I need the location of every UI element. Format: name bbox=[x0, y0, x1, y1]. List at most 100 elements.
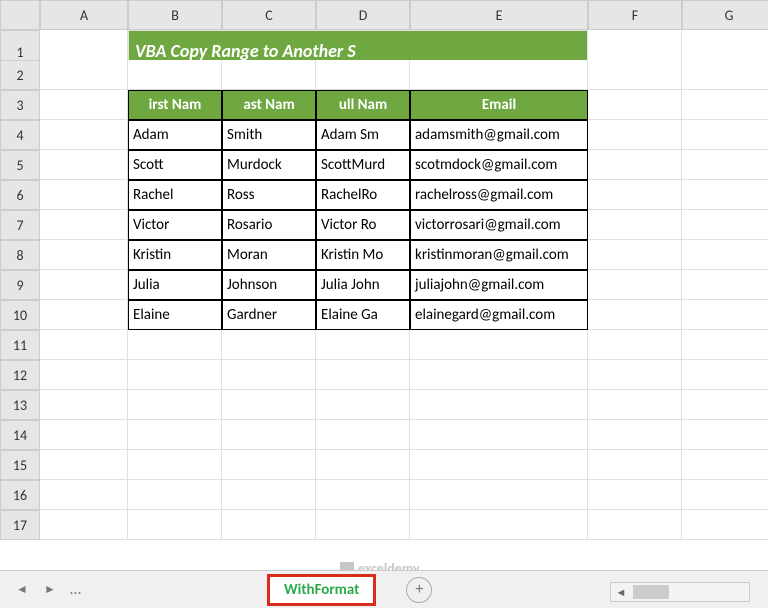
cell-A13[interactable] bbox=[40, 390, 128, 420]
cell-D15[interactable] bbox=[316, 450, 410, 480]
cell-firstname-4[interactable]: Adam bbox=[128, 120, 222, 150]
cell-A4[interactable] bbox=[40, 120, 128, 150]
cell-E12[interactable] bbox=[410, 360, 588, 390]
cell-A8[interactable] bbox=[40, 240, 128, 270]
cell-A6[interactable] bbox=[40, 180, 128, 210]
cell-F13[interactable] bbox=[588, 390, 682, 420]
cell-email-7[interactable]: victorrosari@gmail.com bbox=[410, 210, 588, 240]
cell-G2[interactable] bbox=[682, 60, 768, 90]
cell-F4[interactable] bbox=[588, 120, 682, 150]
cell-G16[interactable] bbox=[682, 480, 768, 510]
cell-F2[interactable] bbox=[588, 60, 682, 90]
cell-email-10[interactable]: elainegard@gmail.com bbox=[410, 300, 588, 330]
cell-lastname-10[interactable]: Gardner bbox=[222, 300, 316, 330]
cell-A17[interactable] bbox=[40, 510, 128, 540]
column-header-E[interactable]: E bbox=[410, 0, 588, 30]
cell-C12[interactable] bbox=[222, 360, 316, 390]
cell-email-8[interactable]: kristinmoran@gmail.com bbox=[410, 240, 588, 270]
cell-firstname-8[interactable]: Kristin bbox=[128, 240, 222, 270]
cell-D2[interactable] bbox=[316, 60, 410, 90]
column-header-A[interactable]: A bbox=[40, 0, 128, 30]
select-all-corner[interactable] bbox=[0, 0, 40, 30]
cell-email-4[interactable]: adamsmith@gmail.com bbox=[410, 120, 588, 150]
cell-firstname-6[interactable]: Rachel bbox=[128, 180, 222, 210]
cell-G10[interactable] bbox=[682, 300, 768, 330]
cell-lastname-4[interactable]: Smith bbox=[222, 120, 316, 150]
horizontal-scrollbar[interactable]: ◄ bbox=[610, 582, 750, 602]
cell-C14[interactable] bbox=[222, 420, 316, 450]
cell-E13[interactable] bbox=[410, 390, 588, 420]
cell-fullname-7[interactable]: Victor Ro bbox=[316, 210, 410, 240]
cell-D12[interactable] bbox=[316, 360, 410, 390]
cell-A12[interactable] bbox=[40, 360, 128, 390]
cell-A2[interactable] bbox=[40, 60, 128, 90]
cell-D17[interactable] bbox=[316, 510, 410, 540]
cell-G7[interactable] bbox=[682, 210, 768, 240]
cell-F12[interactable] bbox=[588, 360, 682, 390]
cell-C2[interactable] bbox=[222, 60, 316, 90]
cell-B17[interactable] bbox=[128, 510, 222, 540]
cell-email-9[interactable]: juliajohn@gmail.com bbox=[410, 270, 588, 300]
cell-F7[interactable] bbox=[588, 210, 682, 240]
cell-B12[interactable] bbox=[128, 360, 222, 390]
cell-G5[interactable] bbox=[682, 150, 768, 180]
row-header-2[interactable]: 2 bbox=[0, 60, 40, 90]
row-header-15[interactable]: 15 bbox=[0, 450, 40, 480]
cell-F9[interactable] bbox=[588, 270, 682, 300]
cell-fullname-6[interactable]: RachelRo bbox=[316, 180, 410, 210]
row-header-17[interactable]: 17 bbox=[0, 510, 40, 540]
column-header-C[interactable]: C bbox=[222, 0, 316, 30]
cell-G17[interactable] bbox=[682, 510, 768, 540]
row-header-13[interactable]: 13 bbox=[0, 390, 40, 420]
column-header-D[interactable]: D bbox=[316, 0, 410, 30]
column-header-F[interactable]: F bbox=[588, 0, 682, 30]
cell-A5[interactable] bbox=[40, 150, 128, 180]
cell-B14[interactable] bbox=[128, 420, 222, 450]
cell-A9[interactable] bbox=[40, 270, 128, 300]
cell-fullname-8[interactable]: Kristin Mo bbox=[316, 240, 410, 270]
cell-C11[interactable] bbox=[222, 330, 316, 360]
cell-A16[interactable] bbox=[40, 480, 128, 510]
cell-E17[interactable] bbox=[410, 510, 588, 540]
cell-F5[interactable] bbox=[588, 150, 682, 180]
cell-F16[interactable] bbox=[588, 480, 682, 510]
cell-D13[interactable] bbox=[316, 390, 410, 420]
row-header-14[interactable]: 14 bbox=[0, 420, 40, 450]
tab-nav-next[interactable]: ► bbox=[38, 578, 62, 602]
row-header-8[interactable]: 8 bbox=[0, 240, 40, 270]
cell-email-6[interactable]: rachelross@gmail.com bbox=[410, 180, 588, 210]
cell-firstname-10[interactable]: Elaine bbox=[128, 300, 222, 330]
cell-F14[interactable] bbox=[588, 420, 682, 450]
cell-C15[interactable] bbox=[222, 450, 316, 480]
cell-E2[interactable] bbox=[410, 60, 588, 90]
row-header-3[interactable]: 3 bbox=[0, 90, 40, 120]
cell-firstname-5[interactable]: Scott bbox=[128, 150, 222, 180]
row-header-10[interactable]: 10 bbox=[0, 300, 40, 330]
scroll-thumb[interactable] bbox=[633, 585, 669, 599]
cell-G8[interactable] bbox=[682, 240, 768, 270]
cell-G9[interactable] bbox=[682, 270, 768, 300]
column-header-G[interactable]: G bbox=[682, 0, 768, 30]
tab-nav-prev[interactable]: ◄ bbox=[10, 578, 34, 602]
row-header-12[interactable]: 12 bbox=[0, 360, 40, 390]
cell-C13[interactable] bbox=[222, 390, 316, 420]
row-header-16[interactable]: 16 bbox=[0, 480, 40, 510]
cell-A7[interactable] bbox=[40, 210, 128, 240]
cell-fullname-4[interactable]: Adam Sm bbox=[316, 120, 410, 150]
cell-C16[interactable] bbox=[222, 480, 316, 510]
row-header-9[interactable]: 9 bbox=[0, 270, 40, 300]
cell-C17[interactable] bbox=[222, 510, 316, 540]
cell-A3[interactable] bbox=[40, 90, 128, 120]
cell-fullname-9[interactable]: Julia John bbox=[316, 270, 410, 300]
cell-B13[interactable] bbox=[128, 390, 222, 420]
cell-E14[interactable] bbox=[410, 420, 588, 450]
cell-lastname-5[interactable]: Murdock bbox=[222, 150, 316, 180]
cell-lastname-8[interactable]: Moran bbox=[222, 240, 316, 270]
cell-A15[interactable] bbox=[40, 450, 128, 480]
cell-F3[interactable] bbox=[588, 90, 682, 120]
tab-overflow[interactable]: … bbox=[70, 580, 81, 599]
cell-G12[interactable] bbox=[682, 360, 768, 390]
cell-A11[interactable] bbox=[40, 330, 128, 360]
row-header-11[interactable]: 11 bbox=[0, 330, 40, 360]
cell-G6[interactable] bbox=[682, 180, 768, 210]
